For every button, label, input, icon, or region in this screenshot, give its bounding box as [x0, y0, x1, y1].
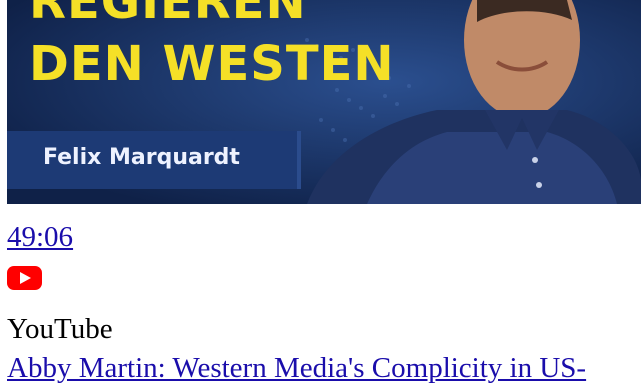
thumbnail-author-banner: Felix Marquardt	[7, 131, 301, 189]
thumbnail-title-line-2: DEN WESTEN	[29, 36, 395, 92]
thumbnail-author-name: Felix Marquardt	[43, 145, 240, 170]
video-source: YouTube	[7, 313, 113, 345]
video-duration-link[interactable]: 49:06	[7, 219, 73, 255]
video-thumbnail[interactable]: REGIEREN DEN WESTEN Felix Marquardt	[7, 0, 641, 204]
thumbnail-title-line-1: REGIEREN	[29, 0, 307, 30]
youtube-play-icon	[7, 266, 42, 290]
next-video-title-link[interactable]: Abby Martin: Western Media's Complicity …	[7, 350, 586, 386]
